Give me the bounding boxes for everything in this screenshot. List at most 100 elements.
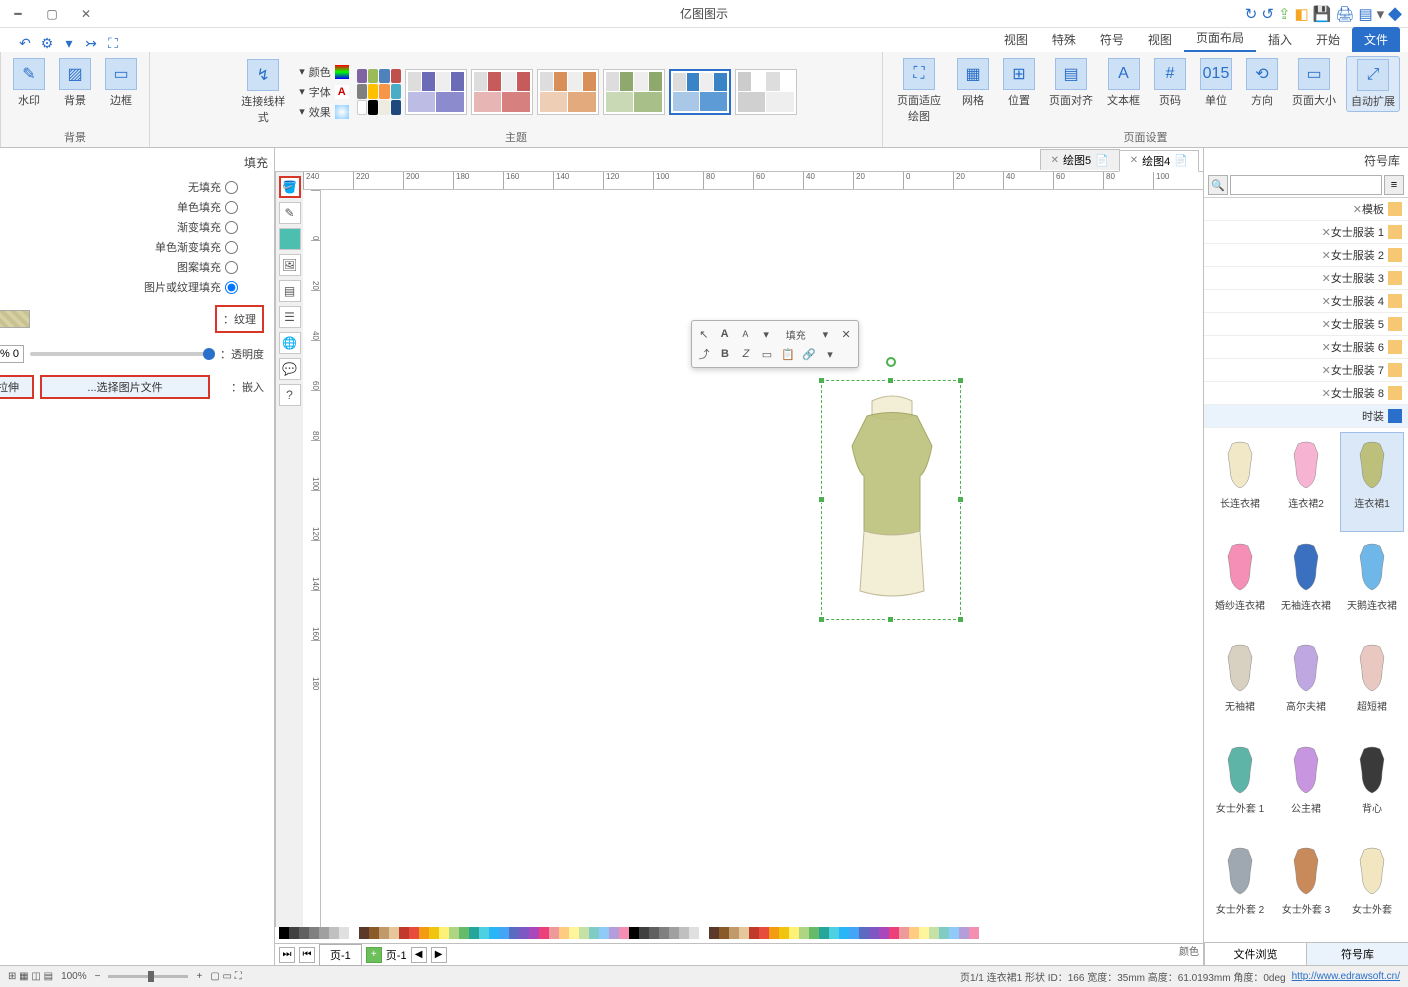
page-prev-button[interactable]: ◀ — [411, 947, 427, 963]
color-swatch[interactable] — [479, 927, 489, 939]
theme-swatch-2[interactable] — [603, 69, 665, 115]
resize-handle[interactable] — [818, 377, 825, 384]
zoom-out-button[interactable]: − — [95, 971, 101, 982]
color-swatch[interactable] — [919, 927, 929, 939]
qat-open-icon[interactable]: ▤ — [1358, 5, 1372, 23]
color-swatch[interactable] — [769, 927, 779, 939]
close-icon[interactable]: ✕ — [1322, 318, 1331, 331]
choose-image-button[interactable]: 选择图片文件... — [40, 375, 210, 399]
color-swatch[interactable] — [389, 927, 399, 939]
close-icon[interactable]: ✕ — [1322, 341, 1331, 354]
page-last-button[interactable]: ⏭ — [279, 947, 295, 963]
color-swatch[interactable] — [509, 927, 519, 939]
btn-page-align[interactable]: ▤页面对齐 — [1045, 56, 1097, 110]
zoom-in-button[interactable]: + — [196, 971, 202, 982]
qat2-fit-icon[interactable]: ⛶ — [104, 34, 122, 52]
shape-cell[interactable]: 天鹅连衣裙 — [1340, 534, 1404, 634]
resize-handle[interactable] — [818, 496, 825, 503]
color-swatch[interactable] — [309, 927, 319, 939]
ft-dropdown-icon[interactable]: ▾ — [757, 325, 775, 343]
color-swatch[interactable] — [399, 927, 409, 939]
menu-tab-special[interactable]: 特殊 — [1040, 27, 1088, 52]
vt-pen-icon[interactable]: ✎ — [279, 202, 301, 224]
menu-tab-file[interactable]: 文件 — [1352, 27, 1400, 52]
win-min-button[interactable]: ━ — [6, 4, 30, 24]
color-swatch[interactable] — [609, 927, 619, 939]
close-icon[interactable]: ✕ — [1051, 155, 1059, 166]
vt-layer-icon[interactable]: ☰ — [279, 306, 301, 328]
color-swatch[interactable] — [589, 927, 599, 939]
page-add-button[interactable]: + — [366, 947, 382, 963]
btn-theme-effect[interactable]: 效果 ▾ — [295, 103, 353, 121]
color-swatch[interactable] — [879, 927, 889, 939]
ft-font-large-icon[interactable]: A — [716, 325, 734, 343]
menu-tab-view2[interactable]: 视图 — [992, 27, 1040, 52]
page-tab[interactable]: 页-1 — [319, 944, 362, 966]
resize-handle[interactable] — [887, 377, 894, 384]
color-swatch[interactable] — [439, 927, 449, 939]
close-icon[interactable]: ✕ — [1322, 226, 1331, 239]
color-swatch[interactable] — [699, 927, 709, 939]
qat-app-icon[interactable]: ◆ — [1388, 3, 1402, 24]
btn-fit-drawing[interactable]: ⛶页面适应绘图 — [891, 56, 947, 126]
color-swatch[interactable] — [499, 927, 509, 939]
qat-redo-icon[interactable]: ↻ — [1245, 5, 1258, 23]
menu-tab-insert[interactable]: 插入 — [1256, 27, 1304, 52]
color-swatch[interactable] — [649, 927, 659, 939]
page-first-button[interactable]: ⏮ — [299, 947, 315, 963]
close-icon[interactable]: ✕ — [1322, 249, 1331, 262]
close-icon[interactable]: ✕ — [1322, 387, 1331, 400]
btn-connector-style[interactable]: ↯连接线样式 — [235, 57, 291, 127]
color-swatch[interactable] — [659, 927, 669, 939]
ft-fill-dropdown-icon[interactable]: ▾ — [816, 325, 834, 343]
color-swatch[interactable] — [529, 927, 539, 939]
vt-comment-icon[interactable]: 💬 — [279, 358, 301, 380]
color-swatch[interactable] — [289, 927, 299, 939]
color-swatch[interactable] — [949, 927, 959, 939]
color-swatch[interactable] — [579, 927, 589, 939]
btn-background[interactable]: ▨背景 — [55, 56, 95, 110]
ft-rect-icon[interactable]: ▭ — [758, 345, 776, 363]
color-swatch[interactable] — [829, 927, 839, 939]
color-swatch[interactable] — [859, 927, 869, 939]
theme-color-grid[interactable] — [357, 69, 401, 115]
theme-swatch-3[interactable] — [537, 69, 599, 115]
shape-cell[interactable]: 连衣裙1 — [1340, 432, 1404, 532]
btn-border[interactable]: ▭边框 — [101, 56, 141, 110]
color-swatch[interactable] — [449, 927, 459, 939]
color-swatch[interactable] — [339, 927, 349, 939]
ft-bold-icon[interactable]: B — [716, 345, 734, 363]
vt-globe-icon[interactable]: 🌐 — [279, 332, 301, 354]
resize-handle[interactable] — [818, 616, 825, 623]
theme-swatch-0[interactable] — [735, 69, 797, 115]
menu-tab-view[interactable]: 视图 — [1136, 27, 1184, 52]
ft-cursor-icon[interactable]: ↖ — [695, 325, 713, 343]
btn-auto-expand[interactable]: ⤢自动扩展 — [1346, 56, 1400, 112]
category-item[interactable]: 女士服装 5✕ — [1204, 313, 1408, 336]
close-icon[interactable]: ✕ — [1353, 203, 1362, 216]
btn-textbox[interactable]: A文本框 — [1103, 56, 1144, 110]
status-view-icons[interactable]: ⊞ ▦ ◫ ▤ — [8, 971, 53, 982]
color-swatch[interactable] — [349, 927, 359, 939]
color-swatch[interactable] — [559, 927, 569, 939]
vt-rect-icon[interactable] — [279, 228, 301, 250]
color-swatch[interactable] — [569, 927, 579, 939]
qat2-dropdown-icon[interactable]: ▾ — [60, 34, 78, 52]
category-item[interactable]: 女士服装 4✕ — [1204, 290, 1408, 313]
btn-grid[interactable]: ▦网格 — [953, 56, 993, 110]
color-swatch[interactable] — [929, 927, 939, 939]
color-swatch[interactable] — [969, 927, 979, 939]
radio-no-fill[interactable]: 无填充 — [0, 179, 238, 195]
color-swatch[interactable] — [519, 927, 529, 939]
selection-box[interactable] — [821, 380, 961, 620]
ft-fill-label[interactable]: 填充 — [778, 325, 813, 343]
color-swatch[interactable] — [379, 927, 389, 939]
texture-swatch[interactable] — [0, 310, 30, 328]
color-swatch[interactable] — [959, 927, 969, 939]
shape-cell[interactable]: 女士外套 — [1340, 838, 1404, 938]
qat-save-icon[interactable]: 💾 — [1313, 5, 1332, 23]
color-swatch[interactable] — [689, 927, 699, 939]
color-swatch[interactable] — [869, 927, 879, 939]
qat2-connector-icon[interactable]: ↣ — [82, 34, 100, 52]
qat-share-icon[interactable]: ◧ — [1295, 5, 1309, 23]
